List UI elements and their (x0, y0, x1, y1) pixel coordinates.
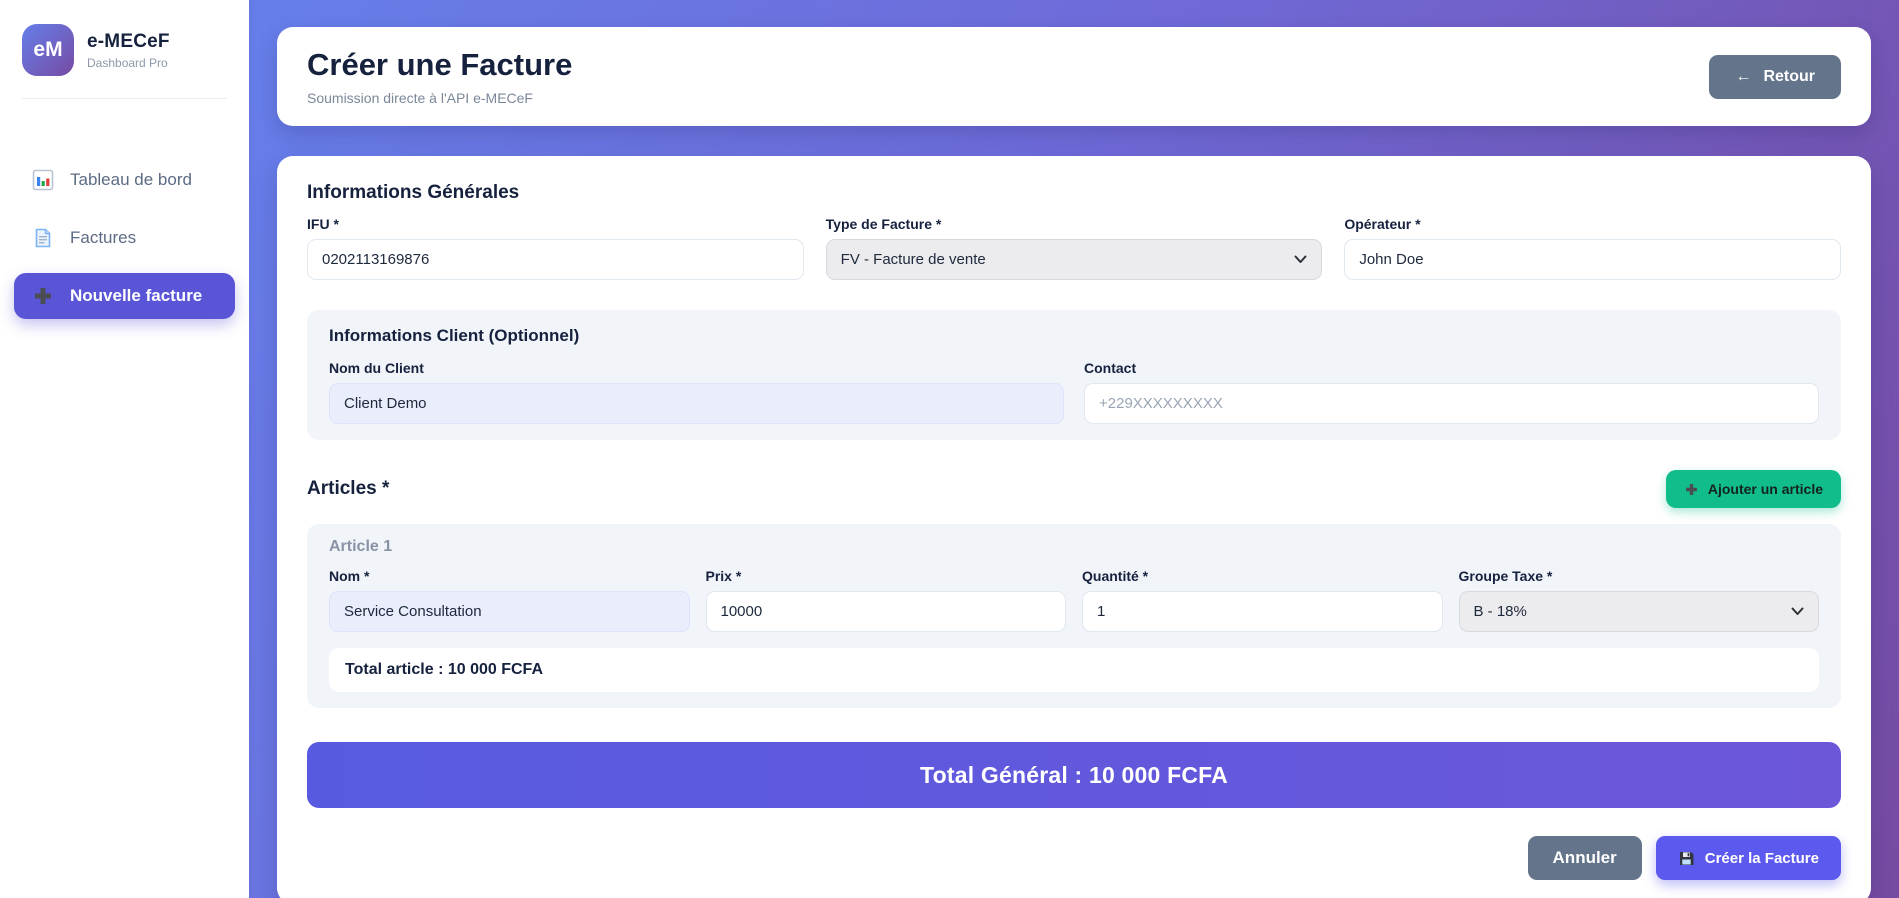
general-fields-row: IFU * Type de Facture * FV - Facture de … (307, 216, 1841, 280)
add-article-button[interactable]: Ajouter un article (1665, 470, 1841, 508)
article-total: Total article : 10 000 FCFA (329, 648, 1819, 692)
brand: eM e-MECeF Dashboard Pro (0, 24, 249, 76)
invoice-type-value: FV - Facture de vente (840, 251, 986, 268)
sidebar-item-nouvelle-facture[interactable]: Nouvelle facture (14, 273, 235, 319)
brand-subtitle: Dashboard Pro (87, 55, 168, 70)
document-icon (32, 227, 54, 249)
submit-button[interactable]: Créer la Facture (1655, 836, 1841, 880)
page-header-card: Créer une Facture Soumission directe à l… (277, 27, 1871, 126)
page-title: Créer une Facture (307, 47, 573, 82)
tax-group-value: B - 18% (1473, 603, 1527, 620)
article-name-label: Nom * (329, 568, 370, 584)
client-section-heading: Informations Client (Optionnel) (329, 326, 580, 345)
price-input[interactable] (705, 591, 1066, 632)
page-subtitle: Soumission directe à l'API e-MECeF (307, 90, 533, 106)
back-button-label: Retour (1763, 67, 1815, 85)
general-section-heading: Informations Générales (307, 182, 520, 203)
total-general-text: Total Général : 10 000 FCFA (920, 761, 1228, 788)
sidebar-item-factures[interactable]: Factures (14, 215, 235, 261)
sidebar: eM e-MECeF Dashboard Pro Tableau de bord (0, 0, 249, 898)
quantity-input[interactable] (1082, 591, 1443, 632)
article-title: Article 1 (329, 538, 393, 555)
main-content: Créer une Facture Soumission directe à l… (249, 0, 1899, 898)
invoice-form-card: Informations Générales IFU * Type de Fac… (277, 156, 1871, 898)
submit-button-label: Créer la Facture (1704, 849, 1819, 867)
quantity-label: Quantité * (1082, 568, 1149, 584)
article-name-input[interactable] (329, 591, 690, 632)
ifu-label: IFU * (307, 216, 339, 232)
sidebar-divider (22, 98, 227, 99)
sidebar-item-tableau-de-bord[interactable]: Tableau de bord (14, 157, 235, 203)
contact-label: Contact (1084, 360, 1137, 376)
articles-header-row: Articles * Ajouter un article (307, 470, 1841, 508)
sidebar-menu: Tableau de bord Factures Nouvelle factur… (0, 157, 249, 319)
client-info-card: Informations Client (Optionnel) Nom du C… (307, 310, 1841, 440)
ifu-input[interactable] (307, 239, 804, 280)
brand-title: e-MECeF (87, 30, 170, 52)
total-general-banner: Total Général : 10 000 FCFA (307, 742, 1841, 808)
article-card: Article 1 Nom * Prix * Quantité * (307, 524, 1841, 708)
tax-group-label: Groupe Taxe * (1458, 568, 1553, 584)
invoice-type-label: Type de Facture * (825, 216, 942, 232)
client-name-input[interactable] (329, 383, 1064, 424)
sidebar-item-label: Tableau de bord (70, 170, 192, 189)
add-article-label: Ajouter un article (1707, 481, 1823, 497)
app-logo: eM (22, 24, 74, 76)
app-window: eM e-MECeF Dashboard Pro Tableau de bord (0, 0, 1899, 898)
cancel-button[interactable]: Annuler (1527, 836, 1642, 880)
back-button[interactable]: ← Retour (1709, 54, 1841, 99)
save-icon (1678, 850, 1695, 867)
plus-icon (1684, 482, 1699, 497)
form-actions: Annuler Créer la Facture (307, 836, 1841, 880)
operator-label: Opérateur * (1344, 216, 1421, 232)
tax-group-select[interactable]: B - 18% (1458, 591, 1819, 632)
operator-input[interactable] (1344, 239, 1841, 280)
chevron-down-icon (1294, 255, 1307, 263)
bar-chart-icon (32, 169, 54, 191)
contact-input[interactable] (1084, 383, 1819, 424)
sidebar-item-label: Factures (70, 228, 137, 247)
client-name-label: Nom du Client (329, 360, 424, 376)
articles-heading: Articles * (307, 478, 390, 499)
arrow-left-icon: ← (1735, 67, 1752, 85)
invoice-type-select[interactable]: FV - Facture de vente (825, 239, 1323, 280)
plus-icon (32, 285, 54, 307)
chevron-down-icon (1791, 607, 1804, 615)
sidebar-item-label: Nouvelle facture (70, 286, 203, 305)
price-label: Prix * (705, 568, 742, 584)
